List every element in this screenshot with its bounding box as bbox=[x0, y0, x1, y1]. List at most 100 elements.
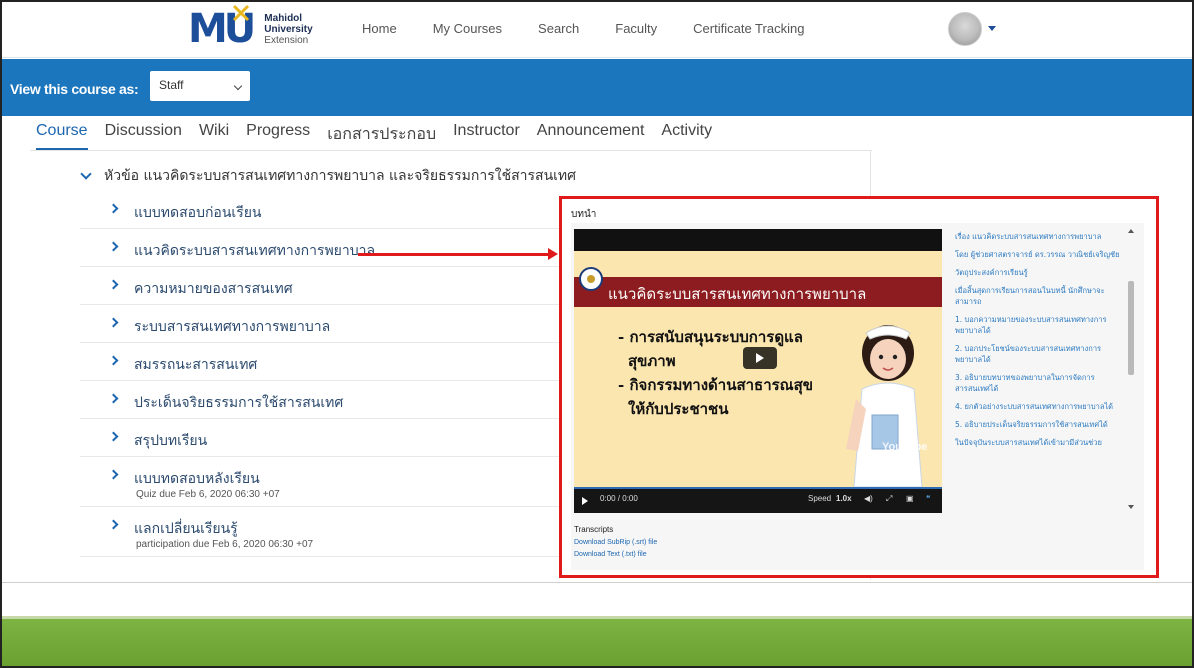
subsection-label: แบบทดสอบก่อนเรียน bbox=[134, 205, 262, 221]
footer-bar bbox=[2, 619, 1192, 666]
nav-faculty[interactable]: Faculty bbox=[615, 21, 657, 36]
video-container: แนวคิดระบบสารสนเทศทางการพยาบาล - การสนับ… bbox=[571, 223, 1144, 570]
annotation-arrow-head-icon bbox=[548, 248, 558, 260]
view-as-bar: View this course as: Staff bbox=[2, 59, 1192, 116]
subsection-label: สรุปบทเรียน bbox=[134, 433, 208, 449]
transcript-line[interactable]: เรื่อง แนวคิดระบบสารสนเทศทางการพยาบาล bbox=[955, 231, 1123, 242]
speed-label[interactable]: Speed bbox=[808, 494, 831, 503]
chevron-right-icon bbox=[108, 355, 119, 366]
nav-certificate-tracking[interactable]: Certificate Tracking bbox=[693, 21, 804, 36]
scroll-down-icon[interactable] bbox=[1128, 505, 1134, 509]
fullscreen-icon[interactable]: ⤢ bbox=[886, 494, 892, 504]
course-tabs: Course Discussion Wiki Progress เอกสารปร… bbox=[36, 122, 729, 150]
nurse-illustration bbox=[846, 325, 923, 487]
video-bullet: ให้กับประชาชน bbox=[628, 400, 729, 418]
transcript-line[interactable]: โดย ผู้ช่วยศาสตราจารย์ ดร.วรรณ วาณิชย์เจ… bbox=[955, 249, 1123, 260]
subsection-label: แลกเปลี่ยนเรียนรู้ bbox=[134, 521, 238, 537]
subsection-label: ความหมายของสารสนเทศ bbox=[134, 281, 293, 297]
download-srt-link[interactable]: Download SubRip (.srt) file bbox=[574, 539, 657, 546]
play-icon[interactable] bbox=[743, 347, 777, 369]
video-player[interactable]: แนวคิดระบบสารสนเทศทางการพยาบาล - การสนับ… bbox=[574, 229, 942, 513]
section-title: หัวข้อ แนวคิดระบบสารสนเทศทางการพยาบาล แล… bbox=[104, 168, 577, 184]
video-banner-text: แนวคิดระบบสารสนเทศทางการพยาบาล bbox=[608, 285, 867, 303]
tab-progress[interactable]: Progress bbox=[246, 122, 310, 150]
section-header[interactable]: หัวข้อ แนวคิดระบบสารสนเทศทางการพยาบาล แล… bbox=[80, 165, 577, 187]
transcript-line[interactable]: 3. อธิบายบทบาทของพยาบาลในการจัดการสารสนเ… bbox=[955, 372, 1123, 394]
video-controls: 0:00 / 0:00 Speed 1.0x ◀) ⤢ ▣ ❝ bbox=[574, 487, 942, 513]
speed-value[interactable]: 1.0x bbox=[836, 494, 852, 503]
tab-announcement[interactable]: Announcement bbox=[537, 122, 645, 150]
subsection-due-date: Quiz due Feb 6, 2020 06:30 +07 bbox=[136, 489, 280, 500]
transcript-line[interactable]: วัตถุประสงค์การเรียนรู้ bbox=[955, 267, 1123, 278]
transcript-line[interactable]: 4. ยกตัวอย่างระบบสารสนเทศทางการพยาบาลได้ bbox=[955, 401, 1123, 412]
chevron-right-icon bbox=[108, 279, 119, 290]
transcript-list: เรื่อง แนวคิดระบบสารสนเทศทางการพยาบาล โด… bbox=[955, 231, 1123, 513]
transcript-scrollbar[interactable] bbox=[1126, 229, 1136, 513]
logo-text: Mahidol University Extension bbox=[264, 13, 312, 46]
video-bullet: - การสนับสนุนระบบการดูแล bbox=[618, 328, 803, 346]
video-bullet: - กิจกรรมทางด้านสาธารณสุข bbox=[618, 376, 813, 394]
video-bullet: สุขภาพ bbox=[628, 352, 676, 370]
transcript-line[interactable]: เมื่อสิ้นสุดการเรียนการสอนในบทนี้ นักศึก… bbox=[955, 285, 1123, 307]
user-menu-caret-icon[interactable] bbox=[988, 26, 996, 31]
chevron-down-icon bbox=[80, 168, 92, 180]
video-banner: แนวคิดระบบสารสนเทศทางการพยาบาล bbox=[574, 277, 942, 307]
play-button-icon[interactable] bbox=[582, 497, 588, 505]
download-txt-link[interactable]: Download Text (.txt) file bbox=[574, 551, 647, 558]
main-nav: Home My Courses Search Faculty Certifica… bbox=[362, 21, 840, 36]
user-avatar[interactable] bbox=[948, 12, 982, 46]
unit-title: บทนำ bbox=[571, 209, 597, 220]
scroll-up-icon[interactable] bbox=[1128, 229, 1134, 233]
video-bullets: - การสนับสนุนระบบการดูแล สุขภาพ - กิจกรร… bbox=[618, 325, 813, 421]
university-logo[interactable]: MU Mahidol University Extension bbox=[188, 4, 313, 52]
transcript-line[interactable]: 2. บอกประโยชน์ของระบบสารสนเทศทางการพยาบา… bbox=[955, 343, 1123, 365]
nav-search[interactable]: Search bbox=[538, 21, 579, 36]
page-frame: MU Mahidol University Extension Home My … bbox=[0, 0, 1194, 668]
transcript-toggle-icon[interactable]: ❝ bbox=[926, 494, 930, 503]
chevron-right-icon bbox=[108, 519, 119, 530]
tab-discussion[interactable]: Discussion bbox=[105, 122, 182, 150]
subsection-label: แนวคิดระบบสารสนเทศทางการพยาบาล bbox=[134, 243, 376, 259]
transcripts-label: Transcripts bbox=[574, 525, 614, 534]
scroll-thumb[interactable] bbox=[1128, 281, 1134, 375]
chevron-right-icon bbox=[108, 469, 119, 480]
logo-line-2: University bbox=[264, 23, 313, 35]
chevron-right-icon bbox=[108, 203, 119, 214]
transcript-line[interactable]: 5. อธิบายประเด็นจริยธรรมการใช้สารสนเทศได… bbox=[955, 419, 1123, 430]
nav-my-courses[interactable]: My Courses bbox=[433, 21, 502, 36]
chevron-right-icon bbox=[108, 431, 119, 442]
youtube-watermark: YouTube bbox=[882, 441, 928, 453]
logo-star-icon bbox=[232, 4, 250, 22]
logo-line-1: Mahidol bbox=[264, 12, 303, 24]
transcript-line[interactable]: ในปัจจุบันระบบสารสนเทศได้เข้ามามีส่วนช่ว… bbox=[955, 437, 1123, 448]
video-frame: แนวคิดระบบสารสนเทศทางการพยาบาล - การสนับ… bbox=[574, 251, 942, 487]
subsection-label: แบบทดสอบหลังเรียน bbox=[134, 471, 260, 487]
tab-activity[interactable]: Activity bbox=[661, 122, 712, 150]
view-as-selected-value: Staff bbox=[159, 78, 184, 92]
subsection-label: สมรรถนะสารสนเทศ bbox=[134, 357, 258, 373]
chevron-down-icon bbox=[233, 81, 243, 91]
subsection-label: ระบบสารสนเทศทางการพยาบาล bbox=[134, 319, 331, 335]
transcript-line[interactable]: 1. บอกความหมายของระบบสารสนเทศทางการพยาบา… bbox=[955, 314, 1123, 336]
tab-documents[interactable]: เอกสารประกอบ bbox=[327, 122, 436, 150]
chevron-right-icon bbox=[108, 393, 119, 404]
annotation-arrow-line bbox=[358, 253, 548, 256]
subsection-due-date: participation due Feb 6, 2020 06:30 +07 bbox=[136, 539, 314, 550]
chevron-right-icon bbox=[108, 317, 119, 328]
logo-line-3: Extension bbox=[264, 34, 309, 46]
captions-icon[interactable]: ▣ bbox=[906, 494, 914, 503]
tab-wiki[interactable]: Wiki bbox=[199, 122, 229, 150]
video-time: 0:00 / 0:00 bbox=[600, 494, 638, 503]
tab-instructor[interactable]: Instructor bbox=[453, 122, 520, 150]
top-header: MU Mahidol University Extension Home My … bbox=[2, 2, 1192, 58]
nav-home[interactable]: Home bbox=[362, 21, 397, 36]
chevron-right-icon bbox=[108, 241, 119, 252]
volume-icon[interactable]: ◀) bbox=[864, 494, 873, 503]
tab-course[interactable]: Course bbox=[36, 122, 88, 150]
video-unit-panel: บทนำ แนวคิดระบบสารสนเทศทางการพยาบาล - กา… bbox=[559, 196, 1159, 578]
view-as-label: View this course as: bbox=[10, 81, 139, 97]
university-seal-icon bbox=[579, 267, 603, 291]
page-bottom-rule bbox=[2, 582, 1192, 583]
view-as-select[interactable]: Staff bbox=[150, 71, 250, 101]
subsection-label: ประเด็นจริยธรรมการใช้สารสนเทศ bbox=[134, 395, 344, 411]
